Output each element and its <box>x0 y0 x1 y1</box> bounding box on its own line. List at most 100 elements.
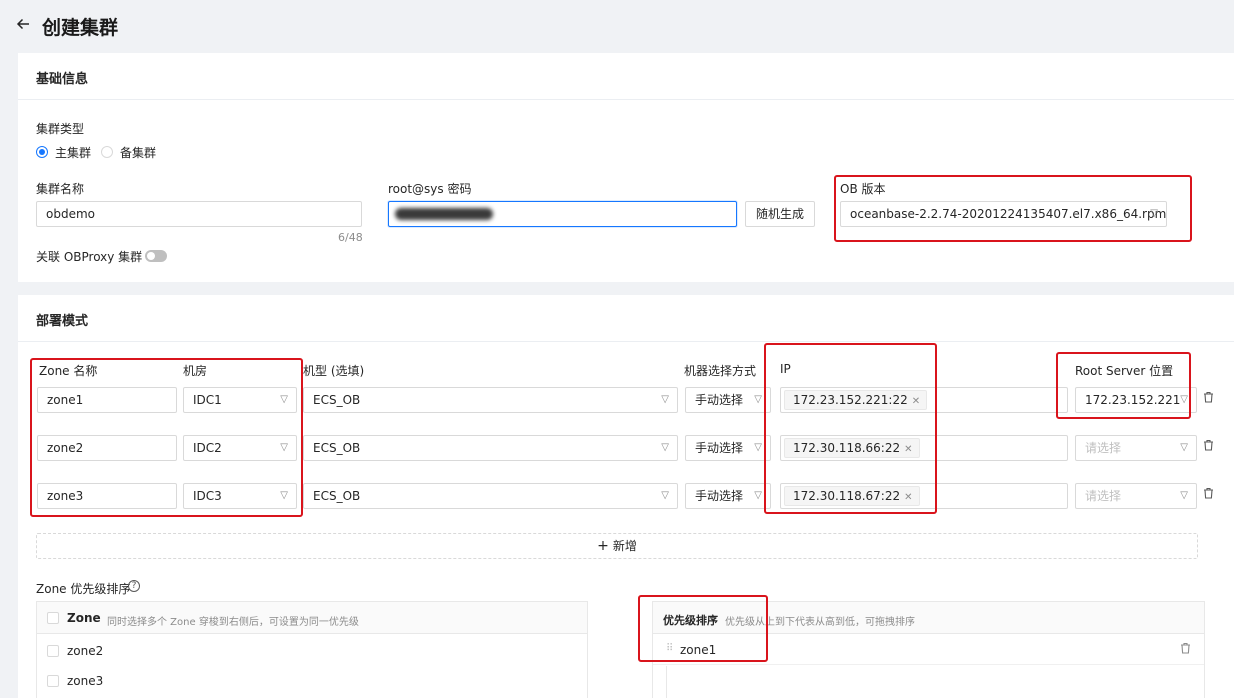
cluster-type-label: 集群类型 <box>36 122 85 136</box>
zone-name-input[interactable]: zone2 <box>37 435 177 461</box>
select-mode-select[interactable]: 手动选择 ▽ <box>685 483 771 509</box>
cluster-name-input[interactable]: obdemo <box>36 201 362 227</box>
basic-info-card: 基础信息 集群类型 主集群 备集群 集群名称 obdemo 6/48 root@… <box>18 53 1234 282</box>
root-server-select[interactable]: 请选择 ▽ <box>1075 483 1197 509</box>
page-header <box>0 0 1234 52</box>
obproxy-toggle[interactable] <box>145 250 167 262</box>
trash-icon[interactable] <box>1203 439 1214 454</box>
chevron-down-icon: ▽ <box>280 442 288 453</box>
ip-select[interactable]: 172.23.152.221:22 ✕ <box>780 387 1068 413</box>
primary-cluster-radio[interactable] <box>36 146 48 158</box>
password-label: root@sys 密码 <box>388 182 472 196</box>
source-panel-hint: 同时选择多个 Zone 穿梭到右侧后，可设置为同一优先级 <box>107 617 359 628</box>
idc-select[interactable]: IDC3 ▽ <box>183 483 297 509</box>
obproxy-label: 关联 OBProxy 集群 <box>36 250 143 264</box>
chevron-down-icon: ▽ <box>1150 208 1158 219</box>
trash-icon[interactable] <box>1180 642 1191 657</box>
chevron-down-icon: ▽ <box>754 394 762 405</box>
idc-select[interactable]: IDC2 ▽ <box>183 435 297 461</box>
question-circle-icon[interactable]: ? <box>128 580 140 592</box>
machine-type-select[interactable]: ECS_OB ▽ <box>303 483 678 509</box>
arrow-left-icon[interactable] <box>16 16 30 35</box>
header-select-mode: 机器选择方式 <box>684 364 757 378</box>
machine-type-select[interactable]: ECS_OB ▽ <box>303 435 678 461</box>
random-generate-button[interactable]: 随机生成 <box>745 201 815 227</box>
idc-value: IDC3 <box>193 489 222 503</box>
ip-tag-label: 172.30.118.66:22 <box>793 441 901 455</box>
source-zone-item[interactable]: zone3 <box>67 674 103 688</box>
chevron-down-icon: ▽ <box>661 442 669 453</box>
chevron-down-icon: ▽ <box>280 394 288 405</box>
root-server-placeholder: 请选择 <box>1085 441 1122 455</box>
add-zone-button[interactable]: + 新增 <box>36 533 1198 559</box>
chevron-down-icon: ▽ <box>754 442 762 453</box>
chevron-down-icon: ▽ <box>1180 490 1188 501</box>
trash-icon[interactable] <box>1203 391 1214 406</box>
priority-panel-hint: 优先级从上到下代表从高到低，可拖拽排序 <box>725 617 915 628</box>
chevron-down-icon: ▽ <box>1180 442 1188 453</box>
priority-panel-title: 优先级排序 <box>663 614 718 627</box>
ip-select[interactable]: 172.30.118.66:22 ✕ <box>780 435 1068 461</box>
ip-tag: 172.23.152.221:22 ✕ <box>784 390 928 410</box>
idc-value: IDC2 <box>193 441 222 455</box>
zone-name-input[interactable]: zone3 <box>37 483 177 509</box>
ip-tag: 172.30.118.66:22 ✕ <box>784 438 920 458</box>
trash-icon[interactable] <box>1203 487 1214 502</box>
machine-type-value: ECS_OB <box>313 393 361 407</box>
ip-select[interactable]: 172.30.118.67:22 ✕ <box>780 483 1068 509</box>
root-server-value: 172.23.152.221 <box>1085 393 1181 407</box>
ip-tag: 172.30.118.67:22 ✕ <box>784 486 920 506</box>
select-mode-select[interactable]: 手动选择 ▽ <box>685 387 771 413</box>
machine-type-select[interactable]: ECS_OB ▽ <box>303 387 678 413</box>
idc-select[interactable]: IDC1 ▽ <box>183 387 297 413</box>
password-input[interactable] <box>388 201 737 227</box>
close-icon[interactable]: ✕ <box>904 492 912 503</box>
select-all-checkbox[interactable] <box>47 612 59 624</box>
standby-cluster-radio[interactable] <box>101 146 113 158</box>
select-mode-value: 手动选择 <box>695 441 744 455</box>
deploy-card: 部署模式 Zone 名称 机房 机型 (选填) 机器选择方式 IP Root S… <box>18 295 1234 698</box>
chevron-down-icon: ▽ <box>280 490 288 501</box>
cluster-name-label: 集群名称 <box>36 182 85 196</box>
machine-type-value: ECS_OB <box>313 441 361 455</box>
masked-password <box>395 208 493 220</box>
priority-row[interactable]: ⠿ zone1 <box>653 638 1204 665</box>
select-mode-select[interactable]: 手动选择 ▽ <box>685 435 771 461</box>
ob-version-select[interactable]: oceanbase-2.2.74-20201224135407.el7.x86_… <box>840 201 1167 227</box>
ob-version-label: OB 版本 <box>840 182 886 196</box>
zone-name-input[interactable]: zone1 <box>37 387 177 413</box>
header-zone: Zone 名称 <box>39 364 98 378</box>
divider <box>18 99 1234 100</box>
plus-icon: + <box>597 538 609 554</box>
header-ip: IP <box>780 362 791 376</box>
chevron-down-icon: ▽ <box>754 490 762 501</box>
standby-cluster-label: 备集群 <box>120 146 157 160</box>
primary-cluster-label: 主集群 <box>55 146 92 160</box>
zone-source-panel: Zone 同时选择多个 Zone 穿梭到右侧后，可设置为同一优先级 zone2 … <box>36 601 588 698</box>
machine-type-value: ECS_OB <box>313 489 361 503</box>
drag-handle-icon[interactable]: ⠿ <box>666 643 673 654</box>
root-server-select[interactable]: 172.23.152.221 ▽ <box>1075 387 1197 413</box>
divider <box>18 341 1234 342</box>
select-mode-value: 手动选择 <box>695 393 744 407</box>
ip-tag-label: 172.23.152.221:22 <box>793 393 908 407</box>
zone-priority-label: Zone 优先级排序 <box>36 582 131 596</box>
header-root-server: Root Server 位置 <box>1075 364 1174 378</box>
basic-info-title: 基础信息 <box>36 72 89 87</box>
zone-checkbox[interactable] <box>47 675 59 687</box>
zone-checkbox[interactable] <box>47 645 59 657</box>
ip-tag-label: 172.30.118.67:22 <box>793 489 901 503</box>
chevron-down-icon: ▽ <box>661 490 669 501</box>
select-mode-value: 手动选择 <box>695 489 744 503</box>
add-zone-label: 新增 <box>612 539 637 553</box>
root-server-select[interactable]: 请选择 ▽ <box>1075 435 1197 461</box>
header-idc: 机房 <box>183 364 208 378</box>
source-zone-item[interactable]: zone2 <box>67 644 103 658</box>
cluster-name-counter: 6/48 <box>338 231 363 244</box>
priority-zone-item: zone1 <box>680 643 717 657</box>
deploy-title: 部署模式 <box>36 314 89 329</box>
close-icon[interactable]: ✕ <box>912 396 920 407</box>
close-icon[interactable]: ✕ <box>904 444 912 455</box>
panel-inner-edge <box>653 666 667 698</box>
root-server-placeholder: 请选择 <box>1085 489 1122 503</box>
